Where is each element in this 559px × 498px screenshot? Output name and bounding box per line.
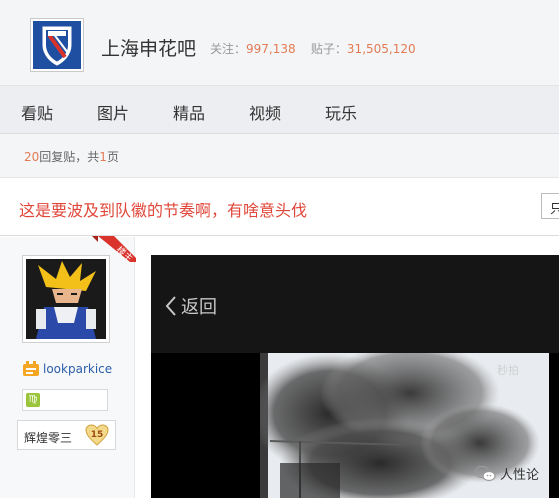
- tab-tupian[interactable]: 图片: [97, 100, 129, 124]
- back-button[interactable]: 返回: [165, 293, 217, 319]
- zodiac-box: ♍: [22, 389, 108, 411]
- back-label: 返回: [181, 297, 217, 318]
- level-box[interactable]: 辉煌零三 15: [17, 420, 116, 450]
- video-panel[interactable]: 返回 秒拍: [151, 255, 559, 498]
- tab-shipin[interactable]: 视频: [249, 100, 281, 124]
- forum-tabs: 看贴 图片 精品 视频 玩乐: [0, 86, 559, 134]
- avatar-image: [26, 259, 106, 339]
- tab-wanle[interactable]: 玩乐: [325, 100, 357, 124]
- tab-jingpin[interactable]: 精品: [173, 100, 205, 124]
- posts-label: 贴子：: [310, 42, 347, 56]
- follow-label: 关注：: [210, 42, 247, 56]
- level-name: 辉煌零三: [24, 431, 73, 445]
- forum-logo[interactable]: [30, 18, 84, 72]
- wechat-watermark-label: 人性论: [500, 468, 540, 483]
- video-watermark: 秒拍: [497, 364, 519, 377]
- level-number: 15: [91, 430, 104, 440]
- page-count-suffix: 页: [106, 150, 119, 164]
- shenhua-crest-icon: [33, 21, 81, 69]
- thread-title: 这是要波及到队徽的节奏啊，有啥意头伐: [19, 201, 308, 220]
- member-icon: [23, 361, 39, 376]
- thread-starter-badge: 楼主: [92, 236, 136, 262]
- avatar[interactable]: [22, 255, 110, 343]
- thread-title-bar: 这是要波及到队徽的节奏啊，有啥意头伐: [0, 178, 559, 236]
- reply-count-suffix: 回复贴，共: [39, 150, 100, 164]
- chevron-left-icon: [165, 296, 176, 316]
- posts-count: 31,505,120: [346, 42, 416, 56]
- forum-header: 上海申花吧 关注：997,138 贴子：31,505,120: [0, 0, 559, 86]
- author-username[interactable]: lookparkice: [22, 361, 112, 377]
- wechat-watermark: 人性论: [474, 464, 539, 483]
- reply-info: 20回复贴，共1页: [0, 134, 559, 178]
- page-count[interactable]: 1: [99, 150, 107, 164]
- heart-badge-icon: 15: [85, 424, 109, 446]
- only-author-button[interactable]: 只: [541, 193, 559, 219]
- username-text: lookparkice: [43, 362, 113, 376]
- video-topbar: 返回: [151, 255, 559, 353]
- tab-kantie[interactable]: 看贴: [21, 100, 53, 124]
- reply-count: 20: [24, 150, 40, 164]
- wechat-icon: [474, 465, 496, 481]
- forum-name[interactable]: 上海申花吧: [101, 34, 196, 61]
- follow-count: 997,138: [246, 42, 296, 56]
- forum-stats: 关注：997,138 贴子：31,505,120: [210, 40, 416, 57]
- zodiac-virgo-icon: ♍: [26, 393, 40, 407]
